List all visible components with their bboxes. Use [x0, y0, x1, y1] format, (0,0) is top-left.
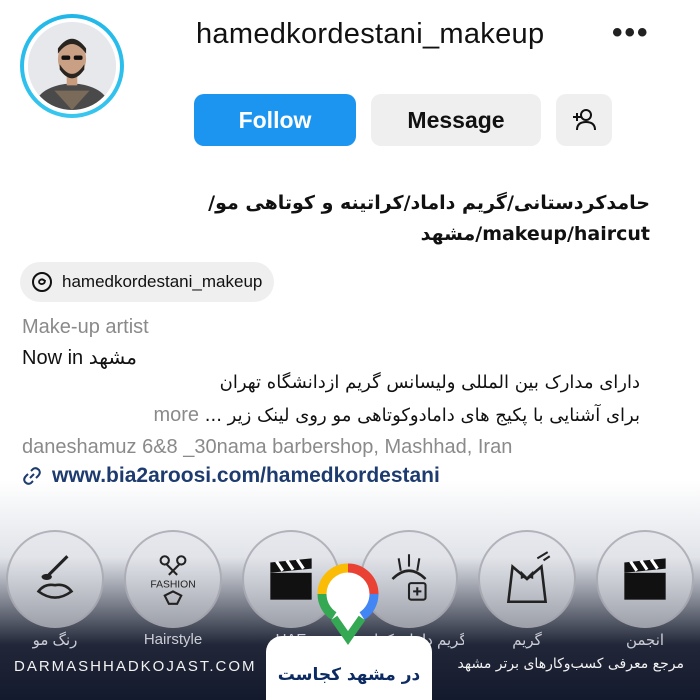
- more-link[interactable]: more: [153, 404, 199, 426]
- watermark-tagline: مرجع معرفی کسب‌وکارهای برتر مشهد: [457, 656, 684, 672]
- clapperboard-icon: [624, 558, 666, 600]
- profile-category: Make-up artist: [22, 316, 149, 338]
- bio-line-1: دارای مدارک بین المللی ولیسانس گریم ازدا…: [219, 372, 640, 393]
- bio-line-2-text: برای آشنایی با پکیج های دامادوکوتاهی مو …: [204, 405, 640, 426]
- threads-icon: [32, 272, 52, 292]
- threads-badge[interactable]: hamedkordestani_makeup: [20, 262, 275, 302]
- profile-address: daneshamuz 6&8 _30nama barbershop, Mashh…: [22, 436, 513, 458]
- highlight-2[interactable]: FASHION: [124, 530, 222, 628]
- bio-title: حامدکردستانی/گریم داماد/کراتینه و کوتاهی…: [30, 188, 650, 250]
- avatar-photo: [24, 18, 120, 114]
- svg-text:FASHION: FASHION: [150, 579, 195, 590]
- highlight-1[interactable]: [6, 530, 104, 628]
- bio-line-2: برای آشنایی با پکیج های دامادوکوتاهی مو …: [40, 404, 640, 427]
- watermark-brand: در مشهد کجاست: [277, 665, 421, 685]
- fashion-scissors-icon: FASHION: [150, 555, 196, 605]
- watermark-site: DARMASHHADKOJAST.COM: [14, 658, 257, 675]
- bio-title-line2: makeup/haircut/مشهد: [420, 223, 650, 245]
- add-user-icon: [573, 109, 596, 131]
- tuxedo-icon: [506, 551, 551, 604]
- makeup-brush-icon: [36, 555, 74, 599]
- profile-username: hamedkordestani_makeup: [196, 18, 545, 50]
- location-city: مشهد: [88, 345, 137, 369]
- highlight-6[interactable]: [596, 530, 694, 628]
- threads-handle: hamedkordestani_makeup: [62, 272, 263, 291]
- more-options-icon[interactable]: •••: [612, 16, 650, 50]
- follow-button[interactable]: Follow: [194, 94, 356, 146]
- bio-title-line1: حامدکردستانی/گریم داماد/کراتینه و کوتاهی…: [208, 192, 650, 214]
- profile-location: Now in مشهد: [22, 345, 137, 370]
- profile-avatar[interactable]: [20, 14, 124, 118]
- highlight-5[interactable]: [478, 530, 576, 628]
- location-prefix: Now in: [22, 347, 84, 369]
- message-button[interactable]: Message: [371, 94, 541, 146]
- add-user-button[interactable]: [556, 94, 612, 146]
- map-pin-logo-icon: [317, 563, 379, 645]
